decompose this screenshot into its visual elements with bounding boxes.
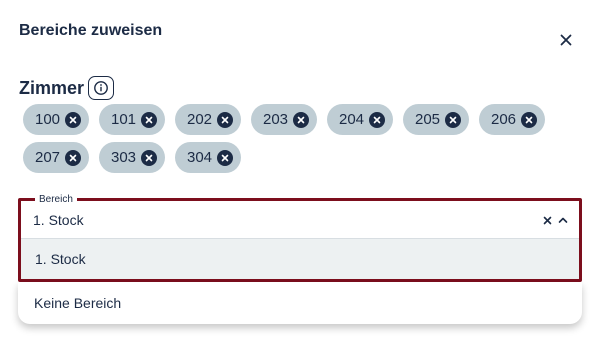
room-chip-label: 100 — [35, 111, 61, 128]
dropdown-option-label: Keine Bereich — [34, 295, 122, 311]
close-icon — [145, 154, 153, 161]
dropdown-list: Keine Bereich — [18, 282, 582, 324]
remove-chip-button[interactable] — [65, 111, 81, 128]
chevron-up-icon — [558, 217, 568, 223]
room-chip: 207 — [23, 142, 89, 173]
close-icon — [221, 154, 229, 161]
remove-chip-button[interactable] — [293, 111, 309, 128]
room-chip: 204 — [327, 104, 393, 135]
room-chips-row-1: 100 101 202 203 204 205 206 — [23, 104, 545, 135]
info-button[interactable] — [88, 76, 115, 100]
room-chip-label: 204 — [339, 111, 365, 128]
assign-areas-dialog: Bereiche zuweisen Zimmer 100 101 202 203… — [0, 0, 600, 360]
room-chips-row-2: 207 303 304 — [23, 142, 241, 173]
dropdown-option-1-stock[interactable]: 1. Stock — [21, 238, 579, 279]
room-chip: 303 — [99, 142, 165, 173]
room-chip-label: 304 — [187, 149, 213, 166]
room-chip: 101 — [99, 104, 165, 135]
remove-chip-button[interactable] — [217, 111, 233, 128]
area-select[interactable]: Bereich 1. Stock 1. Stock — [18, 194, 582, 282]
close-icon — [560, 34, 572, 46]
remove-chip-button[interactable] — [141, 149, 157, 166]
close-icon — [69, 116, 77, 123]
close-button[interactable] — [556, 30, 576, 50]
room-chip-label: 206 — [491, 111, 517, 128]
close-icon — [525, 116, 533, 123]
info-icon — [94, 81, 108, 95]
room-chip-label: 207 — [35, 149, 61, 166]
remove-chip-button[interactable] — [141, 111, 157, 128]
rooms-section-header: Zimmer — [19, 76, 115, 100]
room-chip: 100 — [23, 104, 89, 135]
close-icon — [449, 116, 457, 123]
dialog-title: Bereiche zuweisen — [19, 22, 163, 39]
clear-selection-button[interactable] — [541, 213, 553, 227]
area-select-label: Bereich — [35, 194, 77, 206]
remove-chip-button[interactable] — [445, 111, 461, 128]
room-chip: 205 — [403, 104, 469, 135]
remove-chip-button[interactable] — [217, 149, 233, 166]
clear-icon — [543, 216, 551, 224]
room-chip-label: 203 — [263, 111, 289, 128]
collapse-dropdown-button[interactable] — [557, 213, 569, 227]
dropdown-option-keine-bereich[interactable]: Keine Bereich — [18, 282, 582, 324]
area-select-actions — [541, 213, 569, 227]
room-chip: 203 — [251, 104, 317, 135]
room-chip-label: 303 — [111, 149, 137, 166]
remove-chip-button[interactable] — [65, 149, 81, 166]
room-chip-label: 205 — [415, 111, 441, 128]
close-icon — [373, 116, 381, 123]
room-chip-label: 202 — [187, 111, 213, 128]
close-icon — [69, 154, 77, 161]
remove-chip-button[interactable] — [369, 111, 385, 128]
close-icon — [221, 116, 229, 123]
rooms-label: Zimmer — [19, 77, 85, 98]
remove-chip-button[interactable] — [521, 111, 537, 128]
area-select-value[interactable]: 1. Stock — [33, 212, 84, 228]
room-chip: 202 — [175, 104, 241, 135]
room-chip: 304 — [175, 142, 241, 173]
close-icon — [297, 116, 305, 123]
close-icon — [145, 116, 153, 123]
room-chip-label: 101 — [111, 111, 137, 128]
dropdown-option-label: 1. Stock — [35, 251, 86, 267]
room-chip: 206 — [479, 104, 545, 135]
